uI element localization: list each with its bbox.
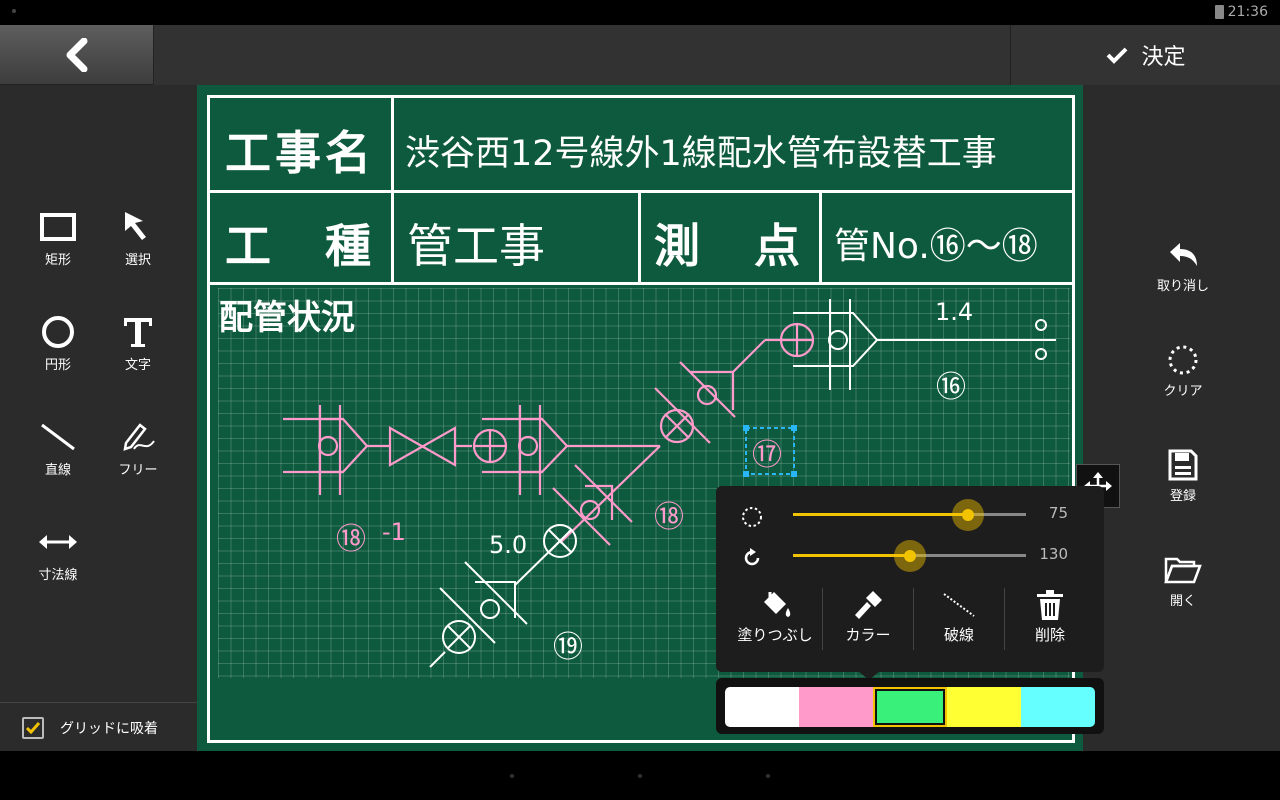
fill-label: 塗りつぶし	[737, 626, 813, 644]
folder-open-icon	[1164, 557, 1202, 584]
open-label: 開く	[1169, 594, 1196, 609]
drawing-label[interactable]: ⑲	[553, 622, 583, 666]
color-swatch[interactable]	[799, 687, 873, 727]
color-brush-icon	[855, 591, 882, 619]
delete-label: 削除	[1034, 626, 1065, 644]
color-swatch[interactable]	[873, 687, 947, 727]
slider-knob[interactable]	[951, 499, 984, 531]
fill-bucket-icon	[764, 592, 791, 617]
undo-label: 取り消し	[1156, 279, 1209, 294]
color-button[interactable]: カラー	[823, 586, 913, 652]
drawing-label[interactable]: 1.4	[935, 298, 973, 326]
undo-button[interactable]: 取り消し	[1143, 235, 1223, 315]
drawing-label[interactable]: ⑱	[654, 492, 684, 536]
dashed-line-icon	[943, 593, 975, 617]
opacity-value: 75	[1048, 504, 1068, 522]
color-label: カラー	[845, 626, 891, 644]
rotation-value: 130	[1039, 545, 1068, 563]
trash-icon	[1037, 590, 1063, 620]
nav-dot	[510, 774, 514, 778]
slider-fill	[793, 513, 968, 516]
clear-dotted-circle-icon	[1168, 345, 1198, 375]
slider-fill	[793, 554, 910, 557]
color-swatch[interactable]	[725, 687, 799, 727]
undo-icon	[1170, 243, 1197, 266]
drawing-label[interactable]: ⑱	[336, 514, 366, 558]
delete-button[interactable]: 削除	[1005, 586, 1095, 652]
drawing-label[interactable]: 5.0	[489, 531, 527, 559]
slider-knob[interactable]	[893, 540, 926, 572]
save-label: 登録	[1169, 489, 1196, 504]
dashed-line-label: 破線	[943, 626, 974, 644]
edit-popup: 75 130 塗りつぶし カラー 破線 削除	[716, 486, 1104, 672]
clear-button[interactable]: クリア	[1143, 340, 1223, 420]
color-swatch[interactable]	[1021, 687, 1095, 727]
color-palette	[716, 678, 1104, 734]
dashed-line-button[interactable]: 破線	[914, 586, 1004, 652]
fill-button[interactable]: 塗りつぶし	[730, 586, 820, 652]
nav-dot	[638, 774, 642, 778]
opacity-dotted-icon	[742, 507, 762, 527]
clear-label: クリア	[1163, 384, 1203, 399]
color-swatch[interactable]	[947, 687, 1021, 727]
rotation-slider[interactable]: 130	[716, 537, 1104, 573]
drawing-label[interactable]: -1	[382, 518, 406, 546]
save-button[interactable]: 登録	[1143, 445, 1223, 525]
drawing-label-selected[interactable]: ⑰	[752, 430, 782, 474]
opacity-slider[interactable]: 75	[716, 496, 1104, 532]
open-button[interactable]: 開く	[1143, 550, 1223, 630]
rotate-icon	[744, 548, 760, 566]
right-tool-panel: 取り消し クリア 登録 開く	[1083, 85, 1280, 751]
save-icon	[1168, 449, 1198, 481]
navigation-bar	[0, 751, 1280, 800]
nav-dot	[766, 774, 770, 778]
drawing-label[interactable]: ⑯	[936, 362, 966, 406]
